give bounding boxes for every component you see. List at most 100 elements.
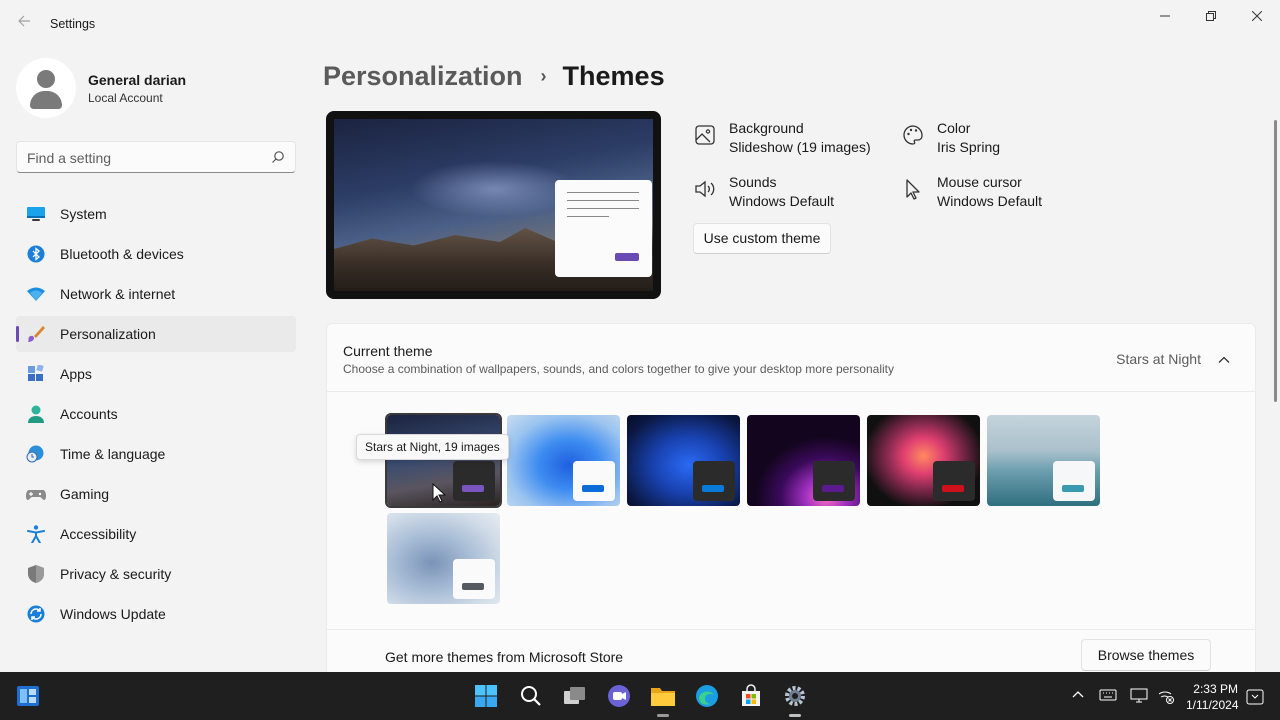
chevron-up-icon[interactable] [1217,353,1231,367]
no-internet-icon [1158,691,1174,704]
sounds-value: Windows Default [729,193,835,209]
app-title: Settings [50,17,96,31]
sidebar-item-windows-update[interactable]: Windows Update [16,596,296,632]
user-name: General darian [88,72,187,88]
browse-themes-button[interactable]: Browse themes [1081,639,1211,671]
sidebar-item-privacy[interactable]: Privacy & security [16,556,296,592]
theme-thumbnail-sunrise[interactable] [387,513,500,604]
background-value: Slideshow (19 images) [729,139,871,155]
file-explorer-button[interactable] [649,682,677,710]
color-value: Iris Spring [937,139,1001,155]
gamepad-icon [26,490,46,500]
current-theme-description: Choose a combination of wallpapers, soun… [343,362,894,376]
task-view-button[interactable] [561,682,589,710]
current-theme-title: Current theme [343,343,433,359]
scrollbar[interactable] [1274,120,1277,402]
monitor-icon [27,207,45,221]
sidebar-item-label: Bluetooth & devices [60,246,184,262]
paintbrush-icon [28,326,45,342]
theme-thumbnail-glow[interactable] [747,415,860,506]
widgets-button[interactable] [14,682,42,710]
sidebar-item-label: Personalization [60,326,156,342]
notification-icon [1246,689,1264,705]
keyboard-button[interactable] [1099,688,1117,704]
store-button[interactable] [737,682,765,710]
cursor-icon [906,179,920,200]
widgets-icon [17,686,39,706]
chat-button[interactable] [605,682,633,710]
account-type: Local Account [88,91,163,105]
system-clock[interactable]: 2:33 PM 1/11/2024 [1186,681,1239,713]
breadcrumb-separator: › [540,65,547,86]
mouse-cursor-setting[interactable]: Mouse cursor Windows Default [906,173,1043,211]
mouse-pointer-icon [432,483,446,503]
search-icon[interactable] [271,150,285,164]
settings-button[interactable] [781,682,809,710]
sidebar-item-label: Windows Update [60,606,166,622]
notifications-button[interactable] [1246,688,1264,705]
color-label: Color [937,120,971,136]
teams-chat-icon [608,685,630,707]
maximize-button[interactable] [1188,0,1234,32]
back-arrow-icon [18,15,30,27]
bluetooth-icon [27,245,45,263]
sidebar-item-time-language[interactable]: Time & language [16,436,296,472]
sidebar-item-network[interactable]: Network & internet [16,276,296,312]
sidebar-item-accessibility[interactable]: Accessibility [16,516,296,552]
theme-thumbnail-windows-light[interactable] [507,415,620,506]
mouse-cursor-label: Mouse cursor [937,174,1022,190]
speaker-icon [695,180,715,198]
tray-overflow-button[interactable] [1070,688,1086,704]
sidebar-item-gaming[interactable]: Gaming [16,476,296,512]
back-button[interactable] [12,12,36,36]
windows-logo-icon [475,685,497,707]
color-setting[interactable]: Color Iris Spring [903,119,1001,157]
taskbar-search-icon [521,686,541,706]
minimize-button[interactable] [1142,0,1188,32]
sidebar-nav: System Bluetooth & devices Network & int… [16,196,296,636]
shield-icon [28,565,44,583]
file-explorer-running-indicator [657,714,669,717]
theme-thumbnail-captured-motion[interactable] [867,415,980,506]
start-button[interactable] [472,682,500,710]
task-view-icon [564,687,585,704]
user-profile[interactable]: General darian Local Account [16,58,296,118]
title-bar: Settings [0,0,1280,48]
sidebar-item-label: Network & internet [60,286,176,302]
search-input[interactable] [27,148,257,168]
search-box[interactable] [16,141,296,173]
gear-icon [785,686,805,706]
sounds-setting[interactable]: Sounds Windows Default [695,173,835,211]
microsoft-store-icon [742,684,760,706]
taskbar: 2:33 PM 1/11/2024 [0,672,1280,720]
restore-icon [1206,11,1216,21]
theme-thumbnail-windows-dark[interactable] [627,415,740,506]
use-custom-theme-button[interactable]: Use custom theme [693,223,831,254]
project-button[interactable] [1130,688,1148,704]
current-theme-value: Stars at Night [1116,351,1201,367]
breadcrumb-parent[interactable]: Personalization [323,61,523,92]
sidebar-item-accounts[interactable]: Accounts [16,396,296,432]
sounds-label: Sounds [729,174,777,190]
network-status-button[interactable] [1157,688,1175,704]
theme-preview-wallpaper [334,119,653,291]
chevron-up-icon [1072,691,1084,698]
keyboard-icon [1099,689,1117,701]
sidebar-item-bluetooth[interactable]: Bluetooth & devices [16,236,296,272]
search-button[interactable] [517,682,545,710]
sidebar-item-personalization[interactable]: Personalization [16,316,296,352]
close-button[interactable] [1234,0,1280,32]
store-text: Get more themes from Microsoft Store [385,649,624,665]
background-setting[interactable]: Background Slideshow (19 images) [695,119,871,157]
theme-thumbnail-flow[interactable] [987,415,1100,506]
sidebar-item-label: Apps [60,366,92,382]
settings-running-indicator [789,714,801,717]
sidebar-item-system[interactable]: System [16,196,296,232]
sidebar-item-apps[interactable]: Apps [16,356,296,392]
background-label: Background [729,120,804,136]
edge-button[interactable] [693,682,721,710]
current-theme-header[interactable]: Current theme Choose a combination of wa… [327,324,1255,392]
wifi-icon [27,287,45,301]
preview-window [555,180,652,277]
mouse-cursor-value: Windows Default [937,193,1043,209]
